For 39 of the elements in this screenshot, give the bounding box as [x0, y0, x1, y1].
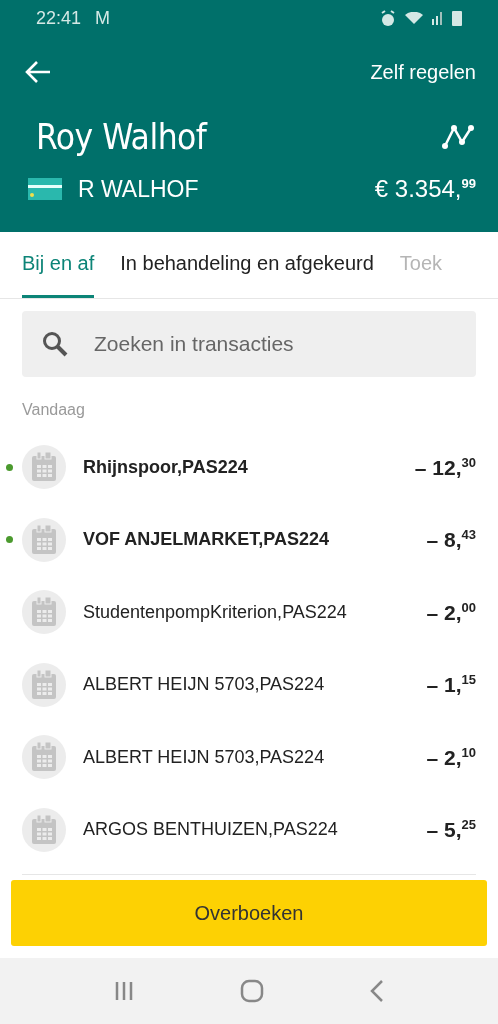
search-icon	[42, 331, 68, 357]
transaction-amount: – 8,$^{43}$	[426, 527, 476, 553]
tab[interactable]: Bij en af	[22, 232, 95, 298]
calendar-icon	[31, 814, 57, 845]
home-icon[interactable]	[240, 979, 264, 1003]
tab[interactable]: In behandeling en afgekeurd	[120, 232, 374, 298]
transaction-name[interactable]: ALBERT HEIJN 5703,PAS224	[83, 746, 427, 768]
battery-icon	[452, 10, 462, 26]
transaction-name[interactable]: StudentenpompKriterion,PAS224	[83, 601, 427, 623]
notification-icon: M	[95, 7, 111, 29]
chart-line-icon[interactable]	[442, 124, 474, 150]
account-balance: € 3.354,$^{99}$	[374, 175, 476, 203]
bank-card-icon	[28, 178, 62, 200]
transaction-name[interactable]: VOF ANJELMARKET,PAS224	[83, 529, 427, 551]
calendar-icon	[31, 524, 57, 555]
calendar-icon	[31, 597, 57, 628]
transaction-name[interactable]: ARGOS BENTHUIZEN,PAS224	[83, 819, 427, 841]
account-holder: R WALHOF	[78, 175, 199, 203]
calendar-icon	[31, 452, 57, 483]
transfer-button[interactable]: Overboeken	[11, 880, 487, 946]
transaction-amount: – 1,$^{15}$	[426, 672, 476, 698]
transaction-amount: – 2,$^{00}$	[426, 599, 476, 625]
signal-icon	[432, 11, 444, 25]
transaction-amount: – 2,$^{10}$	[426, 744, 476, 770]
self-service-link[interactable]: Zelf regelen	[370, 60, 476, 84]
wifi-icon	[404, 12, 424, 24]
search-field[interactable]: Zoeken in transacties	[22, 311, 476, 377]
calendar-icon	[31, 742, 57, 773]
transaction-name[interactable]: ALBERT HEIJN 5703,PAS224	[83, 674, 427, 696]
section-heading: Vandaag	[21, 400, 86, 420]
transaction-amount: – 5,$^{25}$	[426, 817, 476, 843]
transaction-name[interactable]: Rhijnspoor,PAS224	[83, 456, 415, 478]
alarm-icon	[380, 9, 396, 27]
transaction-amount: – 12,$^{30}$	[414, 454, 476, 480]
account-name: Roy Walhof	[36, 117, 207, 157]
back-arrow-icon[interactable]	[24, 60, 52, 84]
calendar-icon	[31, 669, 57, 700]
back-icon[interactable]	[369, 979, 386, 1003]
status-time: 22:41	[36, 7, 82, 29]
